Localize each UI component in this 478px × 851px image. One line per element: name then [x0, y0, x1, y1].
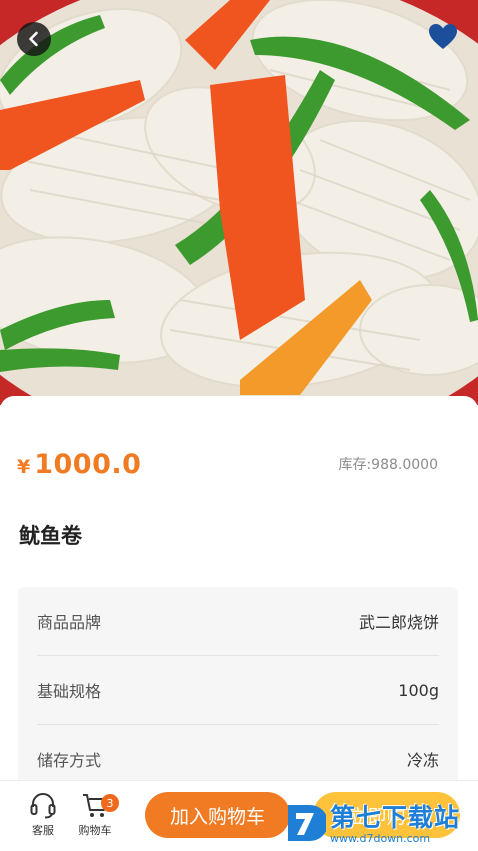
product-title: 鱿鱼卷 — [19, 524, 82, 548]
squid-dish-illustration — [0, 0, 478, 405]
watermark-title: 第七下载站 — [330, 802, 461, 832]
favorite-button[interactable] — [426, 20, 460, 54]
watermark: 第七下载站 www.d7down.com — [284, 798, 478, 850]
cart-count-badge: 3 — [101, 794, 119, 812]
spec-table: 商品品牌 武二郎烧饼 基础规格 100g 储存方式 冷冻 — [18, 587, 458, 787]
chevron-left-icon — [29, 31, 38, 47]
customer-service-button[interactable]: 客服 — [15, 791, 71, 847]
price: ¥ 1000.0 — [17, 449, 141, 480]
spec-value: 100g — [398, 680, 439, 700]
stock-count: 库存:988.0000 — [338, 457, 438, 473]
heart-icon — [429, 24, 457, 49]
spec-label: 商品品牌 — [37, 613, 102, 632]
spec-row-size: 基础规格 100g — [37, 656, 439, 725]
cart-button[interactable]: 购物车 3 — [67, 791, 123, 847]
product-image — [0, 0, 478, 405]
spec-value: 武二郎烧饼 — [358, 613, 439, 632]
back-button[interactable] — [17, 22, 51, 56]
spec-label: 储存方式 — [37, 751, 102, 770]
spec-label: 基础规格 — [37, 682, 102, 701]
watermark-url: www.d7down.com — [330, 831, 431, 845]
service-label: 客服 — [32, 824, 54, 837]
spec-value: 冷冻 — [406, 751, 439, 770]
spec-row-storage: 储存方式 冷冻 — [37, 725, 439, 787]
d7down-logo-icon — [288, 805, 326, 841]
spec-row-brand: 商品品牌 武二郎烧饼 — [37, 587, 439, 656]
add-to-cart-button[interactable]: 加入购物车 — [145, 792, 290, 838]
currency-symbol: ¥ — [17, 455, 31, 478]
headset-icon — [30, 793, 56, 819]
cart-label: 购物车 — [78, 824, 112, 837]
price-amount: 1000.0 — [34, 448, 142, 480]
price-row: ¥ 1000.0 库存:988.0000 — [17, 446, 461, 482]
